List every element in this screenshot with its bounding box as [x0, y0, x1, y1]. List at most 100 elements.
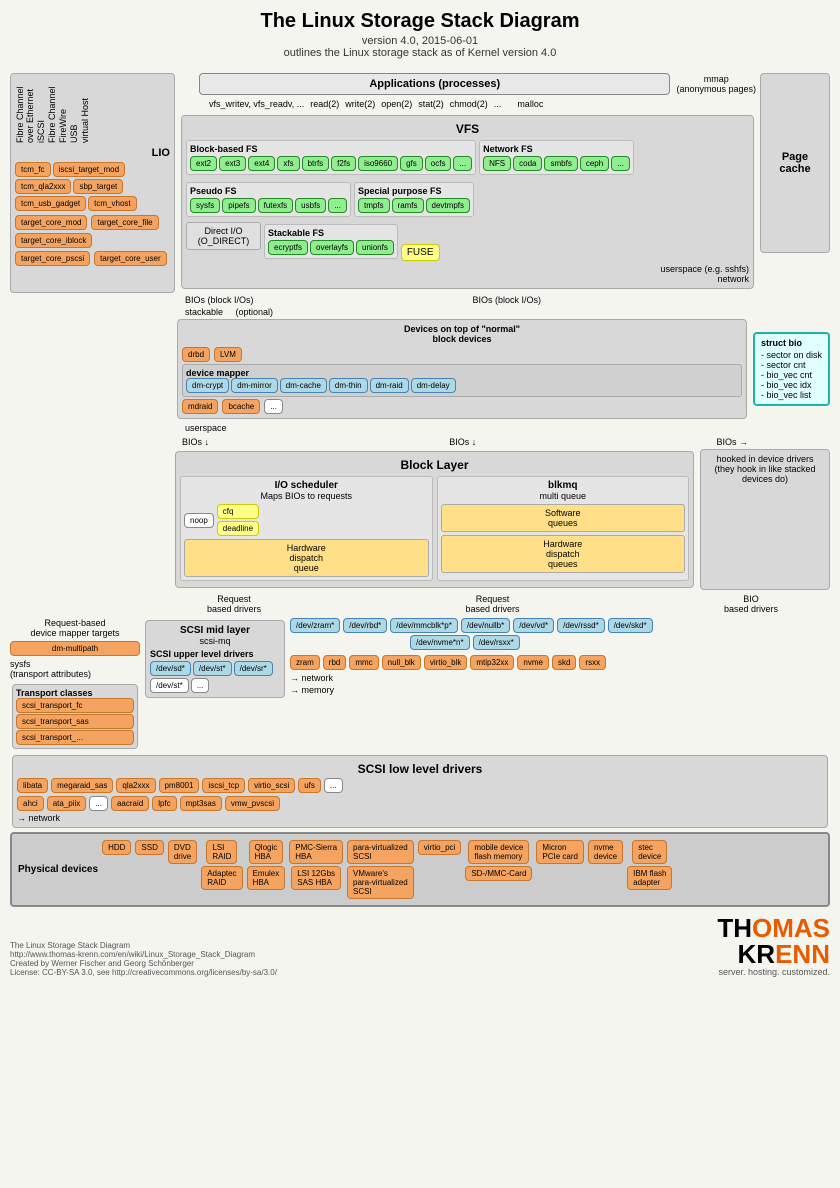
dev-skd: /dev/skd* [608, 618, 653, 633]
module-iscsi-target: iscsi_target_mod [53, 162, 125, 177]
fs-devtmpfs: devtmpfs [426, 198, 470, 213]
fs-gfs: gfs [400, 156, 423, 171]
phys-ibm-flash: IBM flashadapter [627, 866, 672, 890]
drv-rbd: rbd [323, 655, 347, 670]
fs-ocfs: ocfs [425, 156, 452, 171]
dev-nullb: /dev/nullb* [461, 618, 510, 633]
drv-mtip32xx: mtip32xx [470, 655, 514, 670]
cfq-box: cfq [217, 504, 259, 519]
module-sbp: sbp_target [73, 179, 123, 194]
special-fs: Special purpose FS tmpfs ramfs devtmpfs [354, 182, 474, 217]
fs-smbfs: smbfs [544, 156, 577, 171]
mdraid-box: mdraid [182, 399, 218, 414]
phys-hdd: HDD [102, 840, 131, 855]
ll-ata-piix: ata_piix [47, 796, 87, 811]
bios-down-label-2: BIOs ↓ [449, 437, 476, 447]
bios-down-label-1: BIOs ↓ [182, 437, 209, 447]
ll-megaraid: megaraid_sas [51, 778, 113, 793]
struct-bio-item3: - bio_vec cnt [761, 370, 822, 380]
scsi-transport-dots: scsi_transport_... [16, 730, 134, 745]
module-tcm-fc: tcm_fc [15, 162, 51, 177]
physical-devices-label: Physical devices [18, 864, 98, 875]
logo-tagline: server. hosting. customized. [717, 967, 830, 977]
target-core-iblock: target_core_iblock [15, 233, 92, 248]
target-core-pscsi: target_core_pscsi [15, 251, 90, 266]
fs-net-dots: ... [611, 156, 630, 171]
fs-ceph: ceph [580, 156, 609, 171]
footer-line3: Created by Werner Fischer and Georg Schö… [10, 959, 277, 968]
network-label-vfs: network [186, 274, 749, 284]
malloc-label: malloc [517, 99, 543, 109]
network-arrow-label: → network [290, 673, 830, 683]
phys-mobile-flash: mobile deviceflash memory [468, 840, 529, 864]
fs-ramfs: ramfs [392, 198, 424, 213]
dev-rssd: /dev/rssd* [557, 618, 605, 633]
userspace-bottom-label: userspace [185, 423, 830, 433]
phys-sdmmc: SD-/MMC-Card [465, 866, 532, 881]
logo-enn: ENN [775, 939, 830, 969]
network-fs: Network FS NFS coda smbfs ceph ... [479, 140, 634, 175]
fs-unionfs: unionfs [356, 240, 394, 255]
hw-dispatch-queues: Hardwaredispatchqueues [441, 535, 686, 573]
phys-emulex: EmulexHBA [247, 866, 286, 890]
target-core-file: target_core_file [91, 215, 158, 230]
dev-st2: /dev/st* [150, 678, 189, 693]
phys-stec: stecdevice [632, 840, 667, 864]
phys-pmc-sierra: PMC-SierraHBA [289, 840, 343, 864]
label-fibre-ethernet: Fibre Channelover Ethernet [15, 78, 35, 143]
fs-pipefs: pipefs [222, 198, 255, 213]
io-scheduler-title: I/O scheduler [184, 480, 429, 491]
hw-dispatch-queue: Hardwaredispatchqueue [184, 539, 429, 577]
bios-right-label: BIOs → [716, 437, 748, 447]
dev-vd: /dev/vd* [513, 618, 554, 633]
phys-lsi-raid: LSIRAID [206, 840, 237, 864]
io-scheduler-section: I/O scheduler Maps BIOs to requests noop… [180, 476, 433, 581]
dev-rsxx: /dev/rsxx* [473, 635, 520, 650]
page-cache-label: Pagecache [779, 151, 810, 175]
scsi-transport-sas: scsi_transport_sas [16, 714, 134, 729]
sw-queues: Softwarequeues [441, 504, 686, 532]
scsi-mid-title: SCSI mid layer [150, 625, 280, 636]
req-based-2: Requestbased drivers [465, 594, 519, 614]
scsi-mid-layer-section: SCSI mid layer scsi-mq SCSI upper level … [145, 620, 285, 698]
module-tcm-usb: tcm_usb_gadget [15, 196, 86, 211]
page-title: The Linux Storage Stack Diagram [10, 10, 830, 33]
fuse-box: FUSE [401, 244, 440, 261]
logo-thomas-krenn: THOMAS KRENN [717, 915, 830, 967]
fs-coda: coda [513, 156, 542, 171]
drv-virtio-blk: virtio_blk [424, 655, 468, 670]
phys-vmware-scsi: VMware'spara-virtualizedSCSI [347, 866, 414, 899]
userspace-label: userspace (e.g. sshfs) [186, 264, 749, 274]
dm-crypt: dm-crypt [186, 378, 229, 393]
dm-mirror: dm-mirror [231, 378, 278, 393]
drbd-box: drbd [182, 347, 210, 362]
fs-overlayfs: overlayfs [310, 240, 354, 255]
block-layer-section: Block Layer I/O scheduler Maps BIOs to r… [175, 451, 694, 588]
drv-mmc: mmc [349, 655, 378, 670]
struct-bio-section: struct bio - sector on disk - sector cnt… [753, 332, 830, 406]
phys-micron-pcie: MicronPCIe card [536, 840, 584, 864]
fs-pseudo-dots: ... [328, 198, 347, 213]
ll-aacraid: aacraid [111, 796, 149, 811]
physical-devices-section: Physical devices HDD SSD DVDdrive LSIRAI… [10, 832, 830, 907]
logo-area: THOMAS KRENN server. hosting. customized… [717, 915, 830, 977]
transport-classes-section: Transport classes scsi_transport_fc scsi… [12, 684, 138, 749]
dev-dots: ... [191, 678, 210, 693]
fs-f2fs: f2fs [331, 156, 356, 171]
ll-dots1: ... [324, 778, 343, 793]
footer-line2: http://www.thomas-krenn.com/en/wiki/Linu… [10, 950, 277, 959]
scsi-transport-fc: scsi_transport_fc [16, 698, 134, 713]
fs-sysfs: sysfs [190, 198, 220, 213]
fs-ext2: ext2 [190, 156, 217, 171]
vfs-call-label: vfs_writev, vfs_readv, ... [209, 99, 304, 109]
transport-classes-title: Transport classes [16, 688, 134, 698]
scsi-low-level-section: SCSI low level drivers libata megaraid_s… [12, 755, 828, 828]
mmap-label: mmap(anonymous pages) [676, 74, 756, 94]
ll-qla2xxx: qla2xxx [116, 778, 155, 793]
struct-bio-title: struct bio [761, 338, 822, 348]
fs-nfs: NFS [483, 156, 511, 171]
fs-xfs: xfs [277, 156, 299, 171]
syscall-dots: ... [494, 99, 502, 109]
logo-kr: KR [738, 939, 776, 969]
dev-mmcblk: /dev/mmcblk*p* [390, 618, 458, 633]
